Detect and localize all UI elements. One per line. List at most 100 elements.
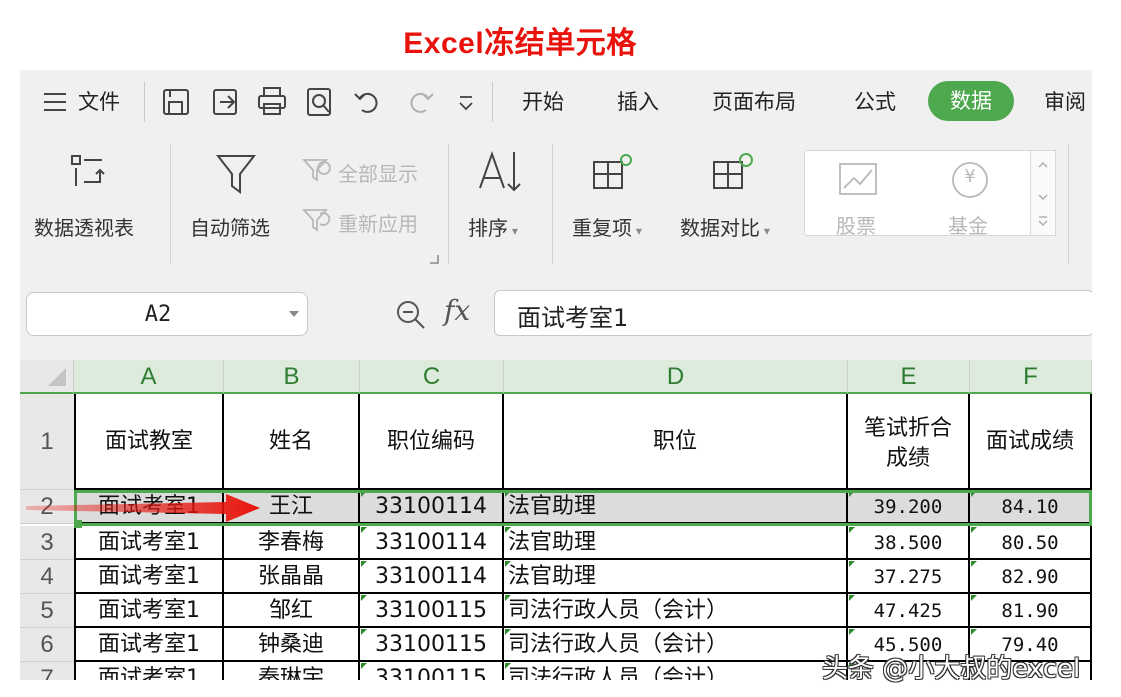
table-cell[interactable]: 李春梅 [224, 526, 360, 560]
table-header-cell[interactable]: 职位编码 [360, 394, 504, 490]
show-all-button[interactable]: 全部显示 [338, 158, 418, 187]
name-box[interactable]: A2 [26, 292, 308, 336]
sort-icon[interactable] [476, 148, 522, 200]
duplicates-button[interactable]: 重复项 ▾ [572, 212, 642, 241]
table-cell[interactable]: 秦琳宇 [224, 662, 360, 680]
row-header[interactable]: 6 [20, 628, 74, 662]
ribbon: 数据透视表 自动筛选 全部显示 重新应用 排序 ▾ 重复项 ▾ 数据对比 ▾ 股… [20, 134, 1092, 272]
table-cell[interactable]: 法官助理 [504, 490, 848, 524]
watermark: 头条 @小大叔的excel [822, 654, 1081, 684]
table-header-cell[interactable]: 笔试折合 成绩 [848, 394, 970, 490]
redo-icon[interactable] [402, 82, 440, 122]
divider [144, 82, 145, 122]
table-cell[interactable]: 80.50 [970, 526, 1092, 560]
table-cell[interactable]: 33100115 [360, 594, 504, 628]
gallery-scrollbar[interactable] [1030, 150, 1056, 236]
spreadsheet-app: 文件 开始 插入 页面布局 公式 数据 审阅 数据透视表 自动筛选 全部显示 重… [20, 70, 1092, 680]
table-cell[interactable]: 33100114 [360, 526, 504, 560]
table-cell[interactable]: 38.500 [848, 526, 970, 560]
hamburger-icon[interactable] [40, 82, 78, 122]
reapply-icon [301, 206, 332, 238]
row-header[interactable]: 3 [20, 526, 74, 560]
tab-formulas[interactable]: 公式 [854, 70, 896, 134]
table-cell[interactable]: 邹红 [224, 594, 360, 628]
table-header-cell[interactable]: 面试教室 [74, 394, 224, 490]
row-header[interactable]: 7 [20, 662, 74, 680]
table-cell[interactable]: 82.90 [970, 560, 1092, 594]
fx-icon[interactable]: fx [444, 294, 470, 327]
column-header-d[interactable]: D [504, 360, 848, 394]
column-header-e[interactable]: E [848, 360, 970, 394]
table-cell[interactable]: 84.10 [970, 490, 1092, 524]
table-cell[interactable]: 面试考室1 [74, 662, 224, 680]
select-all-corner[interactable] [20, 360, 74, 394]
show-all-icon [301, 156, 332, 188]
page-title: Excel冻结单元格 [403, 27, 637, 60]
stocks-button[interactable]: 股票 [836, 210, 876, 239]
table-cell[interactable]: 81.90 [970, 594, 1092, 628]
print-icon[interactable] [254, 82, 292, 122]
table-cell[interactable]: 司法行政人员（会计） [504, 662, 848, 680]
file-menu[interactable]: 文件 [78, 70, 120, 134]
column-header-b[interactable]: B [224, 360, 360, 394]
reapply-button[interactable]: 重新应用 [338, 208, 418, 237]
pivot-table-button[interactable]: 数据透视表 [34, 212, 134, 241]
table-header-cell[interactable]: 职位 [504, 394, 848, 490]
tab-data[interactable]: 数据 [928, 81, 1014, 121]
column-header-c[interactable]: C [360, 360, 504, 394]
filter-icon[interactable] [215, 152, 257, 200]
table-header-cell[interactable]: 面试成绩 [970, 394, 1092, 490]
name-box-value: A2 [144, 302, 172, 327]
export-icon[interactable] [208, 82, 246, 122]
undo-icon[interactable] [350, 82, 388, 122]
formula-input[interactable]: 面试考室1 [494, 290, 1092, 336]
table-cell[interactable]: 47.425 [848, 594, 970, 628]
table-cell[interactable]: 面试考室1 [74, 628, 224, 662]
duplicates-icon[interactable] [590, 150, 636, 200]
save-icon[interactable] [158, 82, 196, 122]
table-cell[interactable]: 司法行政人员（会计） [504, 628, 848, 662]
table-cell[interactable]: 面试考室1 [74, 560, 224, 594]
autofilter-button[interactable]: 自动筛选 [190, 212, 270, 241]
tab-insert[interactable]: 插入 [617, 70, 659, 134]
table-cell[interactable]: 张晶晶 [224, 560, 360, 594]
table-cell[interactable]: 法官助理 [504, 526, 848, 560]
table-cell[interactable]: 面试考室1 [74, 526, 224, 560]
data-compare-button[interactable]: 数据对比 ▾ [680, 212, 770, 241]
table-cell[interactable]: 33100114 [360, 560, 504, 594]
menu-bar: 文件 开始 插入 页面布局 公式 数据 审阅 [20, 70, 1092, 134]
table-header-cell[interactable]: 姓名 [224, 394, 360, 490]
zoom-icon[interactable] [394, 298, 428, 336]
tab-page-layout[interactable]: 页面布局 [712, 70, 796, 134]
divider [492, 82, 493, 122]
column-header-a[interactable]: A [74, 360, 224, 394]
table-cell[interactable]: 法官助理 [504, 560, 848, 594]
table-cell[interactable]: 33100115 [360, 662, 504, 680]
column-header-f[interactable]: F [970, 360, 1092, 394]
sort-button[interactable]: 排序 ▾ [468, 212, 518, 241]
quick-access-dropdown-icon[interactable] [448, 82, 486, 122]
row-header[interactable]: 4 [20, 560, 74, 594]
table-cell[interactable]: 33100115 [360, 628, 504, 662]
tab-home[interactable]: 开始 [522, 70, 564, 134]
row-header[interactable]: 5 [20, 594, 74, 628]
row-header[interactable]: 1 [20, 394, 74, 490]
table-cell[interactable]: 面试考室1 [74, 594, 224, 628]
table-cell[interactable]: 39.200 [848, 490, 970, 524]
pivot-table-icon[interactable] [68, 152, 108, 196]
dialog-launcher-icon[interactable] [428, 250, 440, 269]
divider [170, 144, 171, 264]
data-compare-icon[interactable] [710, 150, 756, 200]
formula-content: 面试考室1 [517, 304, 629, 332]
table-cell[interactable]: 司法行政人员（会计） [504, 594, 848, 628]
worksheet: A B C D E F 1 面试教室 姓名 职位编码 职位 笔试折合 成绩 面试… [20, 360, 1092, 680]
divider [552, 144, 553, 264]
funds-button[interactable]: 基金 [948, 210, 988, 239]
table-cell[interactable]: 钟桑迪 [224, 628, 360, 662]
print-preview-icon[interactable] [302, 82, 340, 122]
stocks-icon [838, 162, 878, 200]
table-cell[interactable]: 33100114 [360, 490, 504, 524]
table-cell[interactable]: 37.275 [848, 560, 970, 594]
chevron-down-icon[interactable] [289, 311, 299, 317]
tab-review[interactable]: 审阅 [1044, 70, 1086, 134]
